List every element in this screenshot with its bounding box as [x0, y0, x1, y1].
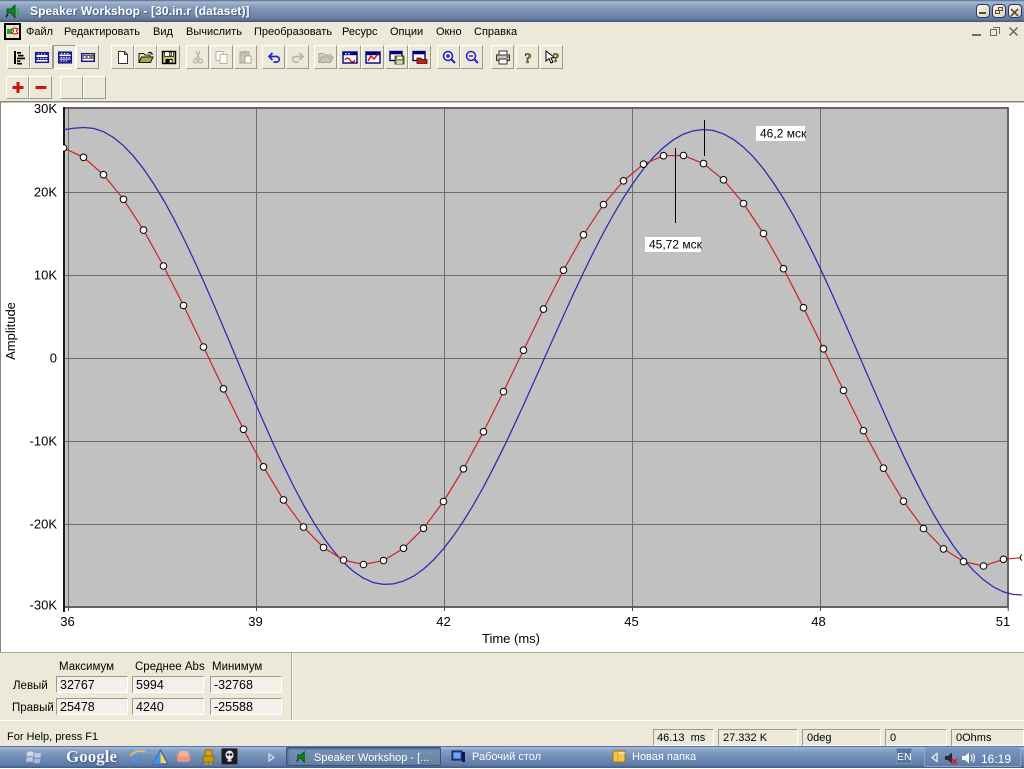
svg-text:?: ? — [552, 50, 559, 65]
svg-text:30K: 30K — [34, 101, 57, 116]
svg-text:42: 42 — [436, 614, 450, 629]
svg-text:51: 51 — [996, 614, 1010, 629]
svg-text:20K: 20K — [34, 185, 57, 200]
svg-text:Amplitude: Amplitude — [3, 302, 18, 360]
svg-text:48: 48 — [811, 614, 825, 629]
svg-text:-30K: -30K — [30, 598, 58, 613]
svg-text:45: 45 — [624, 614, 638, 629]
svg-text:Time (ms): Time (ms) — [482, 631, 540, 646]
svg-text:36: 36 — [60, 614, 74, 629]
svg-text:?: ? — [524, 51, 532, 65]
svg-text:-10K: -10K — [30, 434, 58, 449]
svg-text:10K: 10K — [34, 268, 57, 283]
svg-text:46,2 мск: 46,2 мск — [760, 127, 807, 141]
svg-text:-20K: -20K — [30, 517, 58, 532]
svg-text:45,72 мск: 45,72 мск — [649, 238, 703, 252]
svg-text:39: 39 — [248, 614, 262, 629]
svg-text:0: 0 — [50, 351, 57, 366]
